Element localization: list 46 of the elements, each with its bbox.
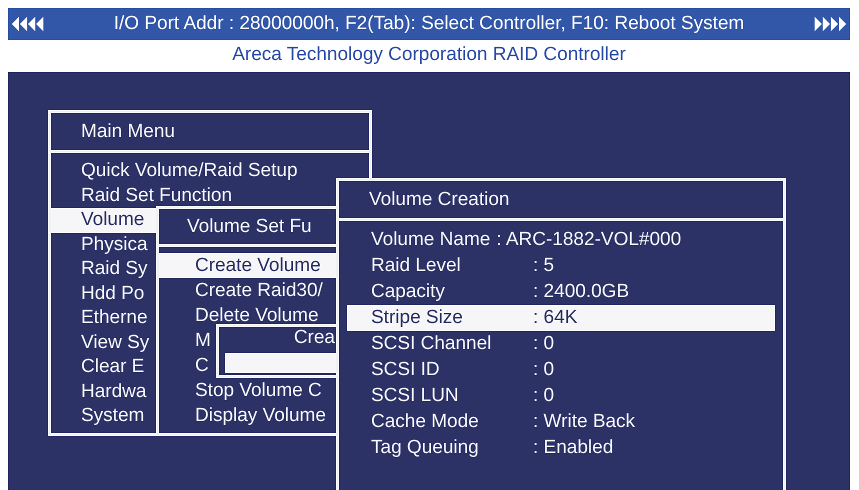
menu-item[interactable]: System [51, 404, 148, 428]
field-value: : 5 [533, 255, 554, 277]
field-row[interactable]: SCSI Channel : 0 [347, 331, 775, 357]
menu-item[interactable]: Volume [51, 208, 158, 232]
subtitle: Areca Technology Corporation RAID Controller [232, 44, 626, 66]
field-label: SCSI Channel [371, 333, 492, 355]
field-label: Cache Mode [371, 411, 480, 433]
field-label: Raid Level [371, 255, 462, 277]
menu-item[interactable]: View Sy [51, 330, 154, 355]
field-row[interactable]: Volume Name : ARC-1882-VOL#000 [347, 227, 775, 253]
field-value: : 2400.0GB [533, 281, 630, 303]
field-row[interactable]: Cache Mode : Write Back [347, 409, 775, 435]
field-value: : 0 [533, 333, 554, 355]
field-label: SCSI LUN [371, 385, 460, 407]
title-bar-text: I/O Port Addr : 28000000h, F2(Tab): Select Controller, F10: Reboot System [114, 13, 744, 35]
field-row[interactable]: Tag Queuing : Enabled [347, 435, 775, 461]
window-title: Volume Set Fu [187, 216, 312, 238]
menu-item[interactable]: Raid Set Function [51, 184, 236, 208]
window-title: Crea [294, 327, 335, 348]
field-label: Tag Queuing [371, 437, 480, 459]
right-arrows-icon [812, 15, 848, 33]
field-row[interactable]: Raid Level : 5 [347, 253, 775, 279]
field-label: Stripe Size [371, 307, 464, 329]
menu-item[interactable]: Quick Volume/Raid Setup [51, 159, 302, 184]
selected-row[interactable]: Stripe Size : 64K [347, 305, 775, 331]
menu-item[interactable]: Etherne [51, 306, 152, 330]
field-label: Volume Name [371, 229, 490, 251]
window-title: Volume Creation [369, 188, 510, 210]
field-label: SCSI ID [371, 359, 441, 381]
field-value: : Enabled [533, 437, 614, 459]
menu-item[interactable]: Hardwa [51, 380, 150, 404]
field-row[interactable]: Capacity : 2400.0GB [347, 279, 775, 305]
field-value: : ARC-1882-VOL#000 [496, 229, 682, 251]
field-label: Capacity [371, 281, 446, 303]
menu-item[interactable]: Hdd Po [51, 282, 148, 306]
window-title: Main Menu [81, 120, 175, 142]
field-row[interactable]: SCSI ID : 0 [347, 357, 775, 383]
field-row[interactable]: SCSI LUN : 0 [347, 383, 775, 409]
left-arrows-icon [10, 15, 46, 33]
menu-item[interactable]: Clear E [51, 355, 148, 380]
field-value: : 0 [533, 385, 554, 407]
field-value: : 64K [533, 307, 578, 329]
menu-item[interactable]: Raid Sy [51, 257, 152, 282]
field-value: : 0 [533, 359, 554, 381]
menu-item[interactable]: Physica [51, 232, 152, 257]
field-value: : Write Back [533, 411, 636, 433]
